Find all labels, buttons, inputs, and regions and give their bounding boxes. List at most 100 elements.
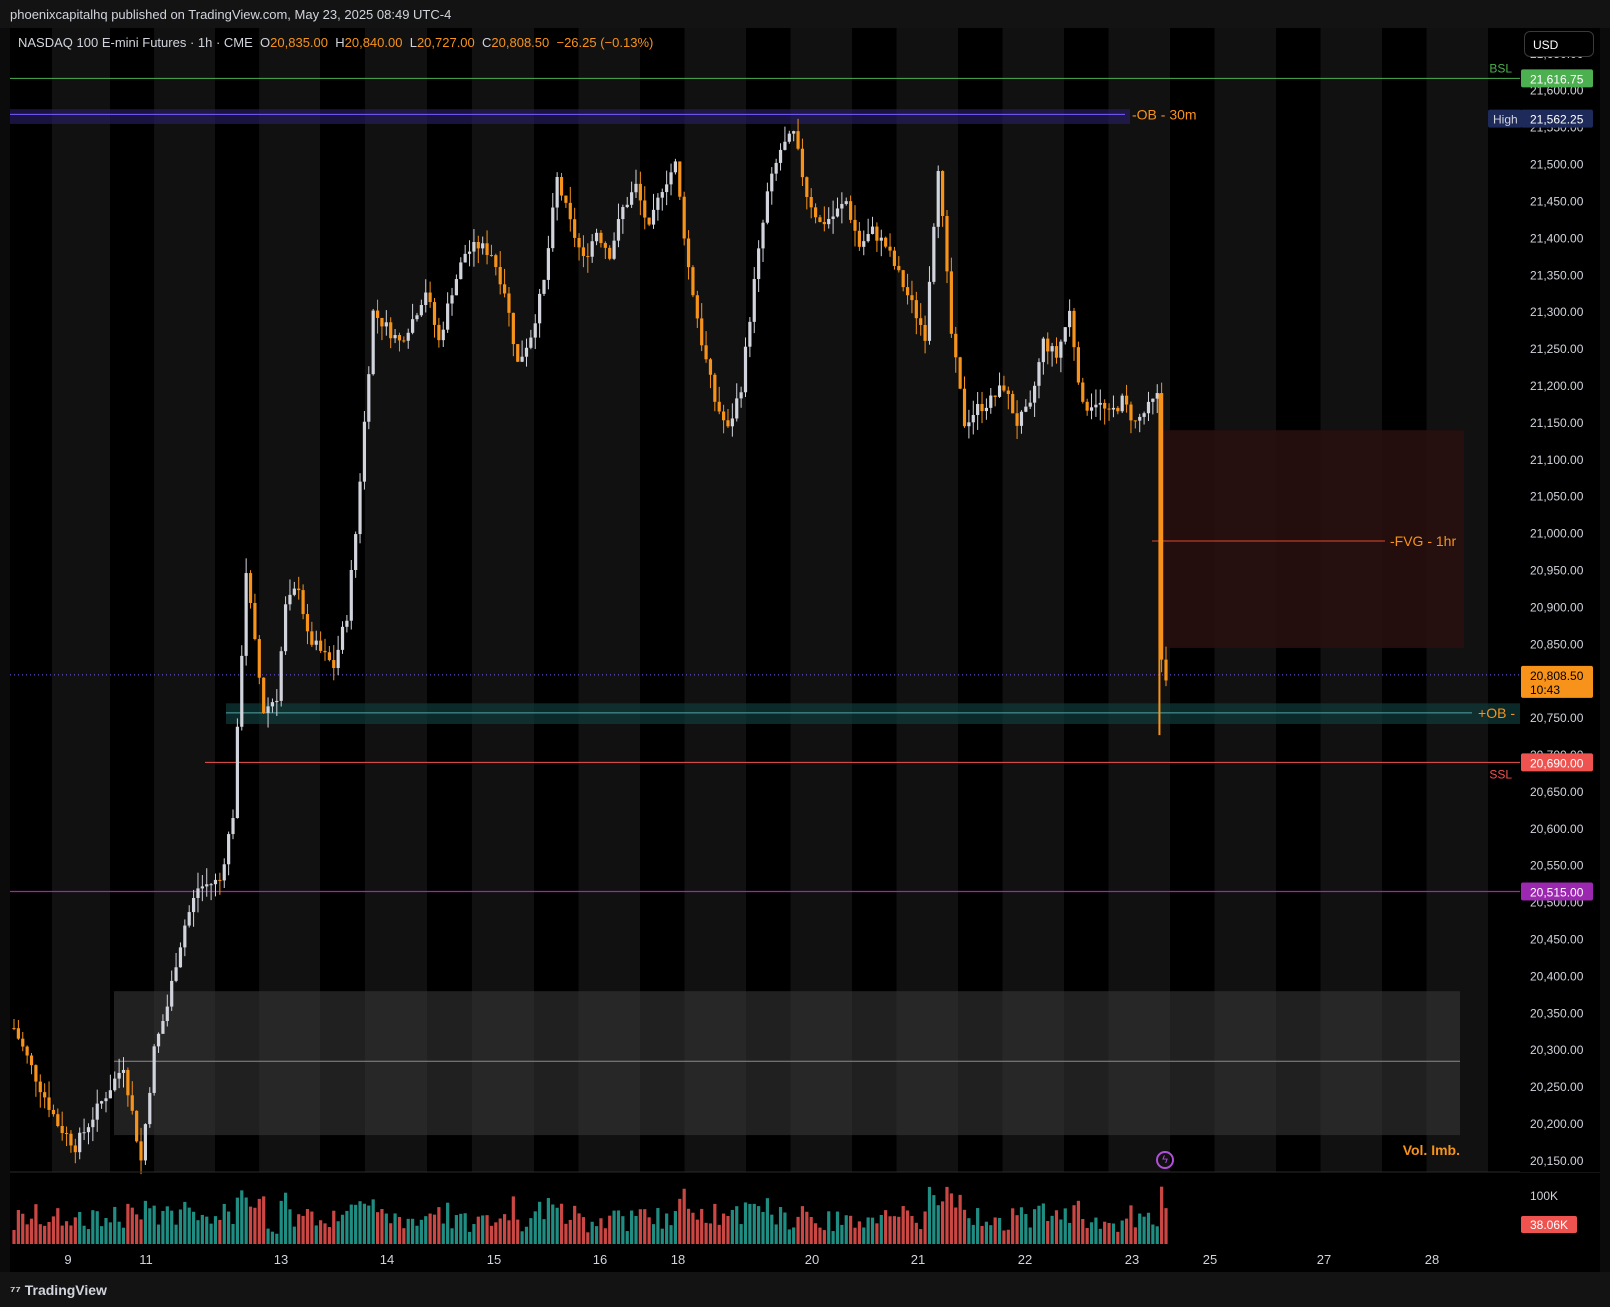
volume-bar[interactable] xyxy=(884,1210,888,1244)
candle-body[interactable] xyxy=(463,253,467,263)
volume-bar[interactable] xyxy=(643,1209,647,1244)
volume-bar[interactable] xyxy=(16,1210,20,1244)
volume-bar[interactable] xyxy=(638,1209,642,1244)
volume-bar[interactable] xyxy=(897,1216,901,1244)
candle-body[interactable] xyxy=(844,201,848,204)
volume-bar[interactable] xyxy=(135,1214,139,1244)
volume-bar[interactable] xyxy=(941,1201,945,1244)
volume-bar[interactable] xyxy=(437,1207,441,1244)
volume-bar[interactable] xyxy=(875,1223,879,1244)
candle-body[interactable] xyxy=(1164,659,1168,681)
candle-body[interactable] xyxy=(73,1145,77,1153)
volume-bar[interactable] xyxy=(778,1207,783,1244)
candle-body[interactable] xyxy=(1098,402,1102,405)
volume-bar[interactable] xyxy=(459,1213,463,1244)
candle-body[interactable] xyxy=(621,207,625,220)
volume-bar[interactable] xyxy=(253,1207,257,1244)
volume-bar[interactable] xyxy=(1124,1218,1129,1244)
candle-body[interactable] xyxy=(178,947,183,968)
candle-body[interactable] xyxy=(494,255,498,268)
candle-body[interactable] xyxy=(796,131,800,149)
candle-body[interactable] xyxy=(60,1125,64,1134)
candle-body[interactable] xyxy=(726,420,730,427)
candle-body[interactable] xyxy=(327,652,331,661)
volume-bar[interactable] xyxy=(849,1215,853,1244)
volume-bar[interactable] xyxy=(792,1227,796,1244)
candle-body[interactable] xyxy=(665,184,669,193)
candle-body[interactable] xyxy=(945,215,949,272)
candle-body[interactable] xyxy=(735,398,739,419)
candle-body[interactable] xyxy=(516,344,520,362)
candle-body[interactable] xyxy=(993,395,997,397)
candle-body[interactable] xyxy=(870,226,875,234)
candle-body[interactable] xyxy=(415,315,419,320)
candle-body[interactable] xyxy=(879,237,883,241)
candle-body[interactable] xyxy=(1103,402,1107,409)
volume-bar[interactable] xyxy=(362,1203,367,1244)
candle-body[interactable] xyxy=(919,318,923,325)
candle-body[interactable] xyxy=(897,265,901,271)
candle-body[interactable] xyxy=(656,197,660,210)
volume-bar[interactable] xyxy=(1107,1222,1111,1244)
candle-body[interactable] xyxy=(971,415,975,423)
volume-bar[interactable] xyxy=(117,1221,121,1244)
candle-body[interactable] xyxy=(932,226,936,282)
candle-body[interactable] xyxy=(1011,394,1015,414)
candle-body[interactable] xyxy=(1111,407,1116,410)
candle-body[interactable] xyxy=(450,295,454,304)
candle-body[interactable] xyxy=(345,620,349,627)
candle-body[interactable] xyxy=(1002,385,1006,391)
candle-body[interactable] xyxy=(244,573,248,656)
volume-bar[interactable] xyxy=(1046,1220,1050,1244)
volume-bar[interactable] xyxy=(262,1196,266,1244)
volume-bar[interactable] xyxy=(989,1225,993,1244)
candle-body[interactable] xyxy=(1107,408,1111,410)
candle-body[interactable] xyxy=(432,302,437,325)
volume-bar[interactable] xyxy=(1032,1209,1037,1244)
volume-bar[interactable] xyxy=(945,1186,949,1244)
volume-bar[interactable] xyxy=(573,1205,577,1244)
volume-bar[interactable] xyxy=(708,1223,713,1244)
volume-bar[interactable] xyxy=(919,1229,923,1244)
candle-body[interactable] xyxy=(1151,398,1155,402)
volume-bar[interactable] xyxy=(818,1227,822,1244)
candle-body[interactable] xyxy=(616,219,621,241)
candle-body[interactable] xyxy=(1024,406,1028,412)
candle-body[interactable] xyxy=(682,196,686,239)
volume-bar[interactable] xyxy=(1054,1210,1059,1244)
volume-bar[interactable] xyxy=(564,1223,568,1244)
volume-bar[interactable] xyxy=(516,1219,520,1244)
volume-bar[interactable] xyxy=(174,1224,178,1244)
volume-bar[interactable] xyxy=(577,1213,581,1244)
volume-bar[interactable] xyxy=(161,1210,165,1244)
volume-bar[interactable] xyxy=(152,1205,156,1244)
volume-bar[interactable] xyxy=(590,1221,594,1244)
volume-bar[interactable] xyxy=(976,1208,980,1244)
volume-bar[interactable] xyxy=(524,1226,529,1244)
tradingview-logo[interactable]: ⁷⁷ TradingView xyxy=(10,1282,107,1298)
candle-body[interactable] xyxy=(1085,401,1089,411)
candle-body[interactable] xyxy=(507,293,511,313)
volume-bar[interactable] xyxy=(183,1201,187,1244)
volume-bar[interactable] xyxy=(1002,1230,1006,1244)
candle-body[interactable] xyxy=(43,1092,47,1098)
volume-bar[interactable] xyxy=(678,1198,682,1244)
volume-bar[interactable] xyxy=(599,1218,603,1244)
volume-bar[interactable] xyxy=(34,1204,38,1244)
candle-body[interactable] xyxy=(266,706,270,713)
volume-bar[interactable] xyxy=(82,1225,86,1244)
volume-bar[interactable] xyxy=(336,1221,340,1244)
candle-body[interactable] xyxy=(305,614,310,632)
candle-body[interactable] xyxy=(130,1095,134,1111)
candle-body[interactable] xyxy=(529,337,533,348)
candle-body[interactable] xyxy=(643,200,647,218)
volume-bar[interactable] xyxy=(191,1211,196,1244)
candle-body[interactable] xyxy=(82,1132,86,1134)
candle-body[interactable] xyxy=(121,1069,126,1073)
candle-body[interactable] xyxy=(1015,413,1019,426)
candle-body[interactable] xyxy=(292,588,296,595)
volume-bar[interactable] xyxy=(196,1220,200,1244)
candle-body[interactable] xyxy=(809,196,813,208)
volume-bar[interactable] xyxy=(354,1204,358,1244)
volume-bar[interactable] xyxy=(485,1215,489,1244)
